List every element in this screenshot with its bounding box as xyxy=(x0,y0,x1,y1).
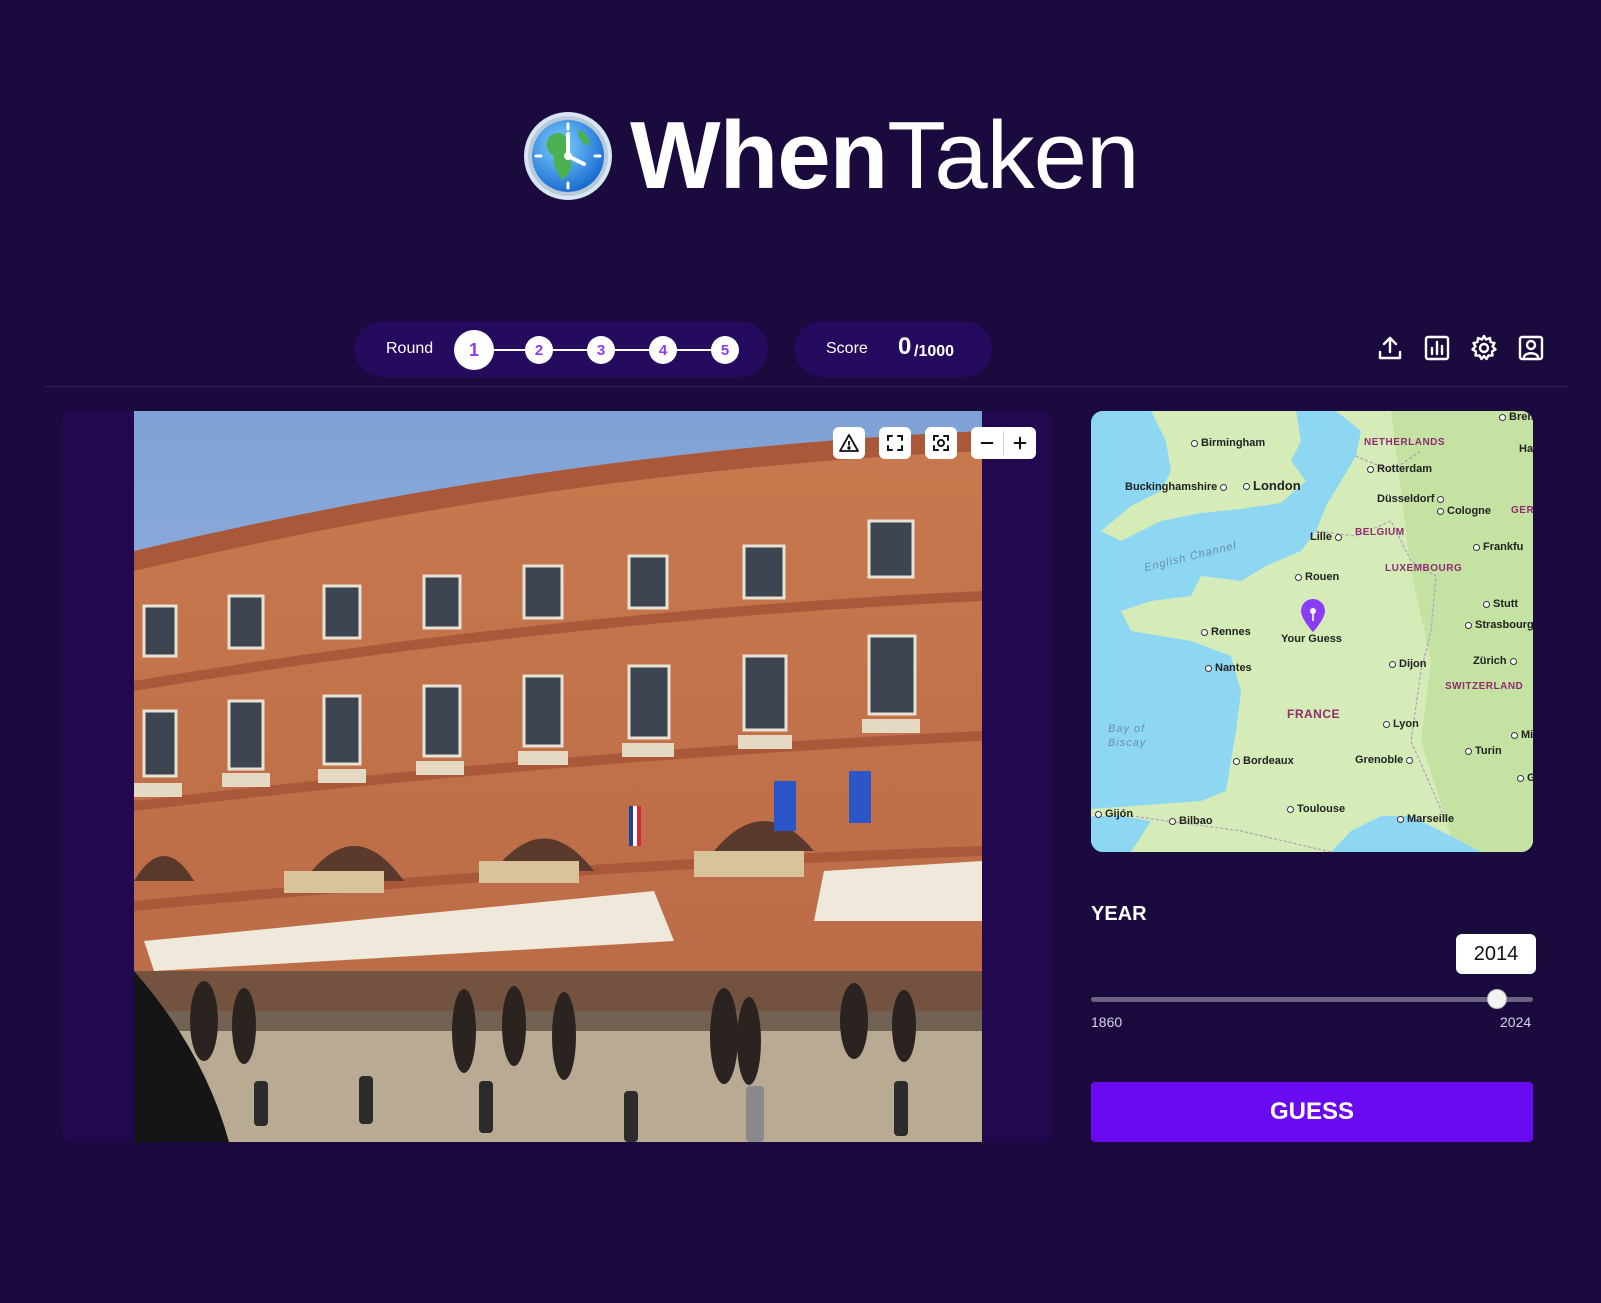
app-title-light: Taken xyxy=(887,102,1139,209)
map-city-nantes: Nantes xyxy=(1205,662,1252,674)
map-city-ha: Ha xyxy=(1519,443,1533,455)
focus-icon[interactable] xyxy=(925,427,957,459)
topbar-divider xyxy=(44,386,1568,387)
map-city-strasbourg: Strasbourg xyxy=(1465,619,1533,631)
photo-toolbar xyxy=(833,427,1036,459)
map-country-belgium: BELGIUM xyxy=(1355,527,1405,538)
map-city-toulouse: Toulouse xyxy=(1287,803,1345,815)
map-city-rennes: Rennes xyxy=(1201,626,1251,638)
score-value: 0 xyxy=(898,333,912,360)
photo-panel xyxy=(62,411,1052,1142)
map-city-frankfurt: Frankfu xyxy=(1473,541,1523,553)
map-city-genoa: Genoa xyxy=(1517,772,1533,784)
year-label: YEAR xyxy=(1091,903,1147,925)
app-title-bold: When xyxy=(630,102,888,209)
score-label: Score xyxy=(826,340,868,357)
fullscreen-icon[interactable] xyxy=(879,427,911,459)
map-city-milan: Milan xyxy=(1511,729,1533,741)
year-min-label: 1860 xyxy=(1091,1014,1123,1030)
guess-marker-icon[interactable] xyxy=(1299,599,1327,633)
map-city-grenoble: Grenoble xyxy=(1355,754,1413,766)
zoom-out-icon[interactable] xyxy=(971,427,1003,459)
score-max: /1000 xyxy=(914,343,955,360)
guess-map[interactable]: Birmingham Buckinghamshire London NETHER… xyxy=(1091,411,1533,852)
settings-icon[interactable] xyxy=(1470,334,1498,362)
round-step-5: 5 xyxy=(711,336,739,364)
map-country-luxembourg: LUXEMBOURG xyxy=(1385,563,1463,574)
map-sea-biscay-1: Bay of xyxy=(1108,723,1146,735)
round-step-3: 3 xyxy=(587,336,615,364)
toolbar xyxy=(1376,334,1545,362)
share-icon[interactable] xyxy=(1376,334,1404,362)
map-city-gijon: Gijón xyxy=(1095,808,1133,820)
street-photo[interactable] xyxy=(134,411,982,1142)
zoom-controls xyxy=(971,427,1036,459)
round-indicator: Round 1 2 3 4 5 xyxy=(354,321,768,377)
map-city-dijon: Dijon xyxy=(1389,658,1427,670)
app-logo: WhenTaken xyxy=(522,108,1139,204)
guess-button[interactable]: GUESS xyxy=(1091,1082,1533,1142)
map-city-bremen: Breme xyxy=(1499,411,1533,423)
globe-clock-icon xyxy=(524,112,612,200)
map-country-germany: GERM xyxy=(1511,505,1533,516)
map-country-netherlands: NETHERLANDS xyxy=(1364,437,1446,448)
map-city-marseille: Marseille xyxy=(1397,813,1454,825)
round-step-1: 1 xyxy=(454,330,494,370)
map-city-buckinghamshire: Buckinghamshire xyxy=(1125,481,1227,493)
map-city-stuttgart: Stutt xyxy=(1483,598,1518,610)
map-city-dusseldorf: Düsseldorf xyxy=(1377,493,1444,505)
profile-icon[interactable] xyxy=(1517,334,1545,362)
round-step-2: 2 xyxy=(525,336,553,364)
map-city-london: London xyxy=(1243,478,1301,493)
map-city-rouen: Rouen xyxy=(1295,571,1339,583)
map-city-bordeaux: Bordeaux xyxy=(1233,755,1294,767)
stats-icon[interactable] xyxy=(1423,334,1451,362)
year-value-display[interactable]: 2014 xyxy=(1456,934,1536,974)
map-city-zurich: Zürich xyxy=(1473,655,1517,667)
guess-marker-label: Your Guess xyxy=(1281,633,1342,645)
map-sea-biscay-2: Biscay xyxy=(1108,737,1147,749)
round-label: Round xyxy=(386,340,434,357)
map-city-turin: Turin xyxy=(1465,745,1502,757)
warning-icon[interactable] xyxy=(833,427,865,459)
year-max-label: 2024 xyxy=(1500,1014,1532,1030)
zoom-in-icon[interactable] xyxy=(1004,427,1036,459)
map-city-cologne: Cologne xyxy=(1437,505,1491,517)
year-slider-thumb[interactable] xyxy=(1487,989,1508,1009)
map-country-france: FRANCE xyxy=(1287,707,1340,721)
map-city-birmingham: Birmingham xyxy=(1191,437,1265,449)
year-slider-track[interactable] xyxy=(1091,997,1533,1002)
round-step-4: 4 xyxy=(649,336,677,364)
map-city-lille: Lille xyxy=(1310,531,1342,543)
map-city-bilbao: Bilbao xyxy=(1169,815,1213,827)
map-country-switzerland: SWITZERLAND xyxy=(1445,681,1524,692)
app-title: WhenTaken xyxy=(630,108,1139,204)
map-city-rotterdam: Rotterdam xyxy=(1367,463,1432,475)
score-indicator: Score 0 /1000 xyxy=(794,321,992,377)
map-city-lyon: Lyon xyxy=(1383,718,1419,730)
